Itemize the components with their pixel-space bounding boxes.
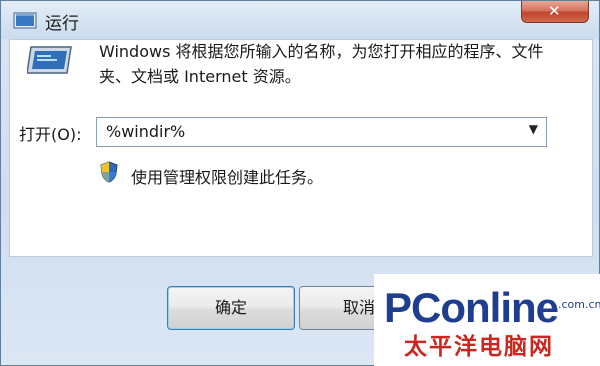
admin-note: 使用管理权限创建此任务。 bbox=[131, 168, 324, 187]
open-label: 打开(O): bbox=[19, 125, 82, 144]
title-bar[interactable]: 运行 ✕ bbox=[1, 1, 599, 39]
watermark-chinese: 太平洋电脑网 bbox=[404, 334, 554, 360]
close-icon: ✕ bbox=[548, 2, 561, 20]
open-combobox[interactable]: %windir% ▼ bbox=[96, 117, 547, 147]
watermark-domain: .com.cn bbox=[558, 298, 600, 311]
chevron-down-icon[interactable]: ▼ bbox=[529, 122, 538, 136]
ok-button[interactable]: 确定 bbox=[167, 286, 295, 330]
uac-shield-icon bbox=[100, 161, 118, 183]
dialog-description: Windows 将根据您所输入的名称，为您打开相应的程序、文件夹、文档或 Int… bbox=[99, 42, 544, 86]
open-input-value[interactable]: %windir% bbox=[106, 122, 185, 141]
run-program-icon bbox=[27, 46, 72, 74]
run-app-icon bbox=[13, 12, 37, 29]
pconline-watermark: PConline .com.cn 太平洋电脑网 bbox=[374, 274, 600, 366]
window-title: 运行 bbox=[45, 14, 79, 34]
watermark-logo: PConline bbox=[384, 284, 559, 331]
close-button[interactable]: ✕ bbox=[521, 1, 589, 23]
